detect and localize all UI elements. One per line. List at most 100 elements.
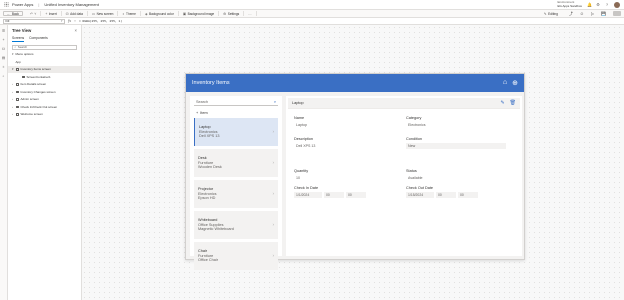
app-header: Inventory Items ⌂ ⊕	[186, 74, 524, 92]
gallery-item[interactable]: Chair Furniture Office Chair ›	[194, 242, 278, 270]
insert-button[interactable]: + Insert	[41, 11, 62, 16]
formula-bar: Fill ˅ fx ˅ = RGBA(255, 255, 255, 1)	[0, 18, 624, 25]
globe-icon[interactable]: ⊕	[512, 79, 518, 87]
chevron-icon[interactable]: ›	[12, 105, 14, 109]
app-screen[interactable]: Inventory Items ⌂ ⊕ Search ⌕ + Item Lapt…	[185, 73, 525, 270]
detail-title: Laptop	[292, 101, 304, 105]
tree-item-label: App	[15, 59, 21, 64]
status-label: Status	[406, 169, 417, 173]
background-color-button[interactable]: ◈ Background color	[141, 11, 179, 16]
chevron-right-icon[interactable]: ›	[273, 253, 275, 258]
theme-button[interactable]: ◐ Theme	[118, 11, 141, 16]
back-button[interactable]: ← Back	[3, 11, 23, 16]
tree-item[interactable]: › Item Details screen	[12, 81, 77, 89]
tree-item-label: Admin screen	[20, 97, 39, 102]
undo-icon[interactable]: ↶	[30, 12, 33, 16]
share-icon[interactable]: ⤴	[569, 11, 573, 17]
tree-item[interactable]: › Welcome screen	[12, 111, 77, 119]
status-field: Status Available	[406, 169, 506, 181]
check-in-minute[interactable]: 00	[346, 192, 366, 198]
tree-search-input[interactable]: ⌕ Search	[12, 44, 77, 50]
tree-item[interactable]: App	[12, 58, 77, 66]
gallery-item-description: Office Chair	[198, 258, 218, 263]
tree-item[interactable]: ▾ Inventory Items screen	[8, 65, 81, 73]
more-options-button[interactable]: …	[244, 11, 257, 16]
chevron-right-icon[interactable]: ›	[273, 160, 275, 165]
edit-pencil-icon[interactable]: ✎	[500, 100, 504, 106]
tree-view-icon[interactable]: ☰	[2, 29, 5, 33]
app-checker-icon[interactable]: ☺	[580, 11, 584, 16]
editing-button[interactable]: ✎ Editing	[540, 11, 562, 16]
check-out-hour[interactable]: 00	[436, 192, 456, 198]
screen-icon	[15, 113, 19, 116]
gallery-item[interactable]: Projector Electronics Epson HD ›	[194, 180, 278, 208]
tree-item[interactable]: › Check In/Check Out screen	[12, 103, 77, 111]
formula-input[interactable]: = RGBA(255, 255, 255, 1)	[79, 20, 122, 23]
chevron-right-icon[interactable]: ›	[273, 222, 275, 227]
settings-button[interactable]: ⚙ Settings	[219, 11, 245, 16]
check-in-date[interactable]: 1/1/2024	[294, 192, 322, 198]
gallery-search-input[interactable]: Search ⌕	[194, 99, 278, 106]
tree-item[interactable]: ScreenContainer1	[12, 73, 77, 81]
tree-item[interactable]: › Admin screen	[12, 96, 77, 104]
undo-redo[interactable]: ↶ ˅	[26, 11, 42, 16]
environment-picker[interactable]: Environment EG Apps Sandbox	[557, 0, 582, 8]
background-image-button[interactable]: ▣ Background image	[179, 11, 220, 16]
gear-icon[interactable]: ⚙	[596, 2, 600, 7]
gallery-item[interactable]: Desk Furniture Wooden Desk ›	[194, 149, 278, 177]
check-out-minute[interactable]: 00	[458, 192, 478, 198]
tree-item-label: ScreenContainer1	[26, 74, 51, 79]
category-field: Category Electronics	[406, 116, 506, 128]
help-icon[interactable]: ?	[605, 2, 609, 7]
bell-icon[interactable]: 🔔	[587, 2, 592, 7]
app-name: Power Apps	[12, 2, 34, 7]
back-arrow-icon: ←	[7, 11, 11, 16]
chevron-down-icon: ˅	[60, 19, 63, 23]
new-screen-button[interactable]: ▭ New screen	[88, 11, 119, 16]
screen-icon	[15, 90, 19, 93]
chevron-right-icon[interactable]: ›	[273, 129, 275, 134]
check-in-hour[interactable]: 00	[324, 192, 344, 198]
chevron-icon[interactable]: ›	[12, 97, 14, 101]
chevron-icon[interactable]: ›	[12, 112, 14, 116]
data-icon[interactable]: ⛁	[2, 47, 5, 51]
delete-trash-icon[interactable]: 🗑	[510, 100, 516, 106]
gallery-item[interactable]: Whiteboard Office Supplies Magnetic Whiteb…	[194, 211, 278, 239]
chevron-down-icon[interactable]: ˅	[74, 19, 76, 23]
gallery-item-text: Whiteboard Office Supplies Magnetic Whiteb…	[198, 218, 234, 232]
chevron-icon[interactable]: ›	[12, 90, 14, 94]
tree-view-panel: Tree View × Screens Components ⌕ Search …	[8, 25, 82, 300]
avatar[interactable]	[614, 1, 620, 8]
media-icon[interactable]: ▤	[2, 56, 5, 60]
chevron-icon[interactable]: ▾	[12, 52, 14, 56]
gallery-items: Laptop Electronics Dell XPS 13 › Desk Furnitu…	[190, 118, 282, 270]
description-label: Description	[294, 137, 313, 141]
add-data-button[interactable]: ⛁ Add data	[62, 11, 88, 16]
check-out-date[interactable]: 1/15/2024	[406, 192, 434, 198]
search-icon[interactable]: ⌕	[3, 74, 5, 78]
chevron-right-icon[interactable]: ›	[273, 191, 275, 196]
app-launcher-icon[interactable]	[4, 2, 9, 7]
property-dropdown[interactable]: Fill ˅	[3, 18, 65, 24]
gallery-item[interactable]: Laptop Electronics Dell XPS 13 ›	[194, 118, 278, 146]
tab-screens[interactable]: Screens	[12, 36, 25, 42]
screen-icon	[15, 68, 19, 71]
chevron-icon[interactable]: ▾	[12, 67, 14, 71]
tree-search-placeholder: Search	[17, 45, 28, 49]
tab-components[interactable]: Components	[29, 36, 48, 42]
tree-items: ▾ Menu options App ▾ Inventory Items screen S…	[8, 51, 81, 119]
close-icon[interactable]: ×	[75, 28, 77, 33]
background-color-label: Background color	[149, 11, 174, 16]
preview-play-icon[interactable]: ▷	[591, 11, 594, 16]
save-icon[interactable]: 💾	[601, 11, 606, 16]
home-icon[interactable]: ⌂	[503, 79, 507, 87]
tree-item-label: Check In/Check Out screen	[20, 104, 58, 109]
new-item-button[interactable]: + Item	[194, 109, 278, 116]
variables-icon[interactable]: ⌗	[3, 65, 5, 69]
tree-item[interactable]: › Inventory Changes screen	[12, 88, 77, 96]
screen-icon	[15, 98, 19, 101]
publish-button[interactable]	[613, 11, 621, 16]
tree-item[interactable]: ▾ Menu options	[12, 51, 77, 59]
insert-icon[interactable]: +	[2, 38, 4, 42]
chevron-icon[interactable]: ›	[12, 82, 14, 86]
